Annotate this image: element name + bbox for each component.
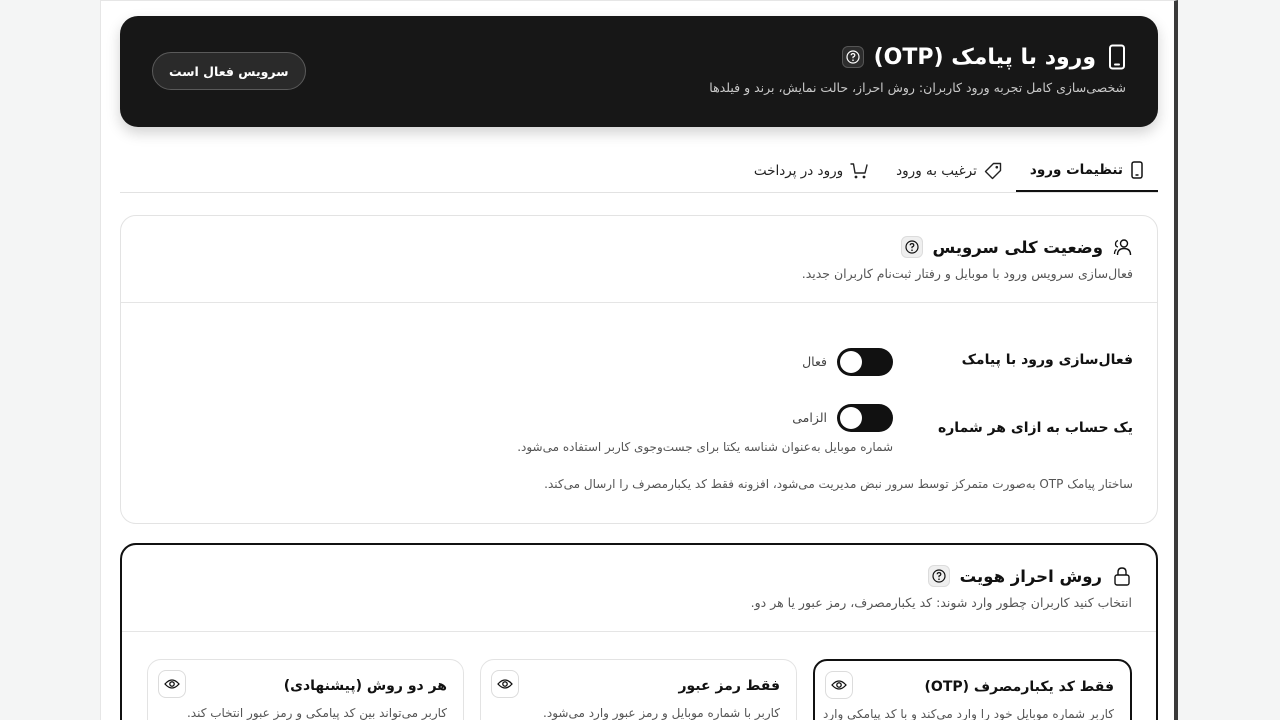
service-status-card: وضعیت کلی سرویس فعال‌سازی سرویس ورود با … <box>120 215 1158 524</box>
service-status-button[interactable]: سرویس فعال است <box>152 52 306 90</box>
lock-icon <box>1112 566 1132 586</box>
card-title-row: وضعیت کلی سرویس <box>900 236 1134 258</box>
sms-login-label: فعال‌سازی ورود با پیامک <box>961 352 1133 368</box>
help-icon[interactable] <box>900 236 923 258</box>
card-title: روش احراز هویت <box>959 566 1102 586</box>
card-description: فعال‌سازی سرویس ورود با موبایل و رفتار ث… <box>801 266 1133 281</box>
help-icon[interactable] <box>927 565 950 587</box>
auth-option-password-only[interactable]: فقط رمز عبور کاربر با شماره موبایل و رمز… <box>480 659 797 720</box>
tab-bar: تنظیمات ورود ترغیب به ورود ورود در پرداخ… <box>120 149 1158 193</box>
toggle-knob <box>840 407 862 429</box>
phone-icon <box>1130 160 1144 179</box>
otp-footer-note: ساختار پیامک OTP به‌صورت متمرکز توسط سرو… <box>544 477 1133 491</box>
auth-option-both[interactable]: هر دو روش (پیشنهادی) کاربر می‌تواند بین … <box>147 659 464 720</box>
card-title: وضعیت کلی سرویس <box>932 237 1104 257</box>
toggle-knob <box>840 351 862 373</box>
main-panel: ورود با پیامک (OTP) شخصی‌سازی کامل تجربه… <box>100 0 1178 720</box>
tab-login-settings[interactable]: تنظیمات ورود <box>1015 149 1158 192</box>
card-description: انتخاب کنید کاربران چطور وارد شوند: کد ی… <box>750 595 1132 610</box>
option-title: فقط کد یکبارمصرف (OTP) <box>924 679 1114 695</box>
option-title: فقط رمز عبور <box>678 678 780 694</box>
title-row: ورود با پیامک (OTP) <box>841 44 1128 70</box>
header-banner: ورود با پیامک (OTP) شخصی‌سازی کامل تجربه… <box>120 16 1158 127</box>
card-header: وضعیت کلی سرویس فعال‌سازی سرویس ورود با … <box>121 216 1157 303</box>
tab-label: ترغیب به ورود <box>896 162 977 179</box>
auth-option-otp-only[interactable]: فقط کد یکبارمصرف (OTP) کاربر شماره موبای… <box>813 659 1132 720</box>
page-title: ورود با پیامک (OTP) <box>873 44 1096 70</box>
option-description: کاربر شماره موبایل خود را وارد می‌کند و … <box>822 707 1114 720</box>
tab-label: ورود در پرداخت <box>753 162 844 179</box>
card-header: روش احراز هویت انتخاب کنید کاربران چطور … <box>122 545 1156 632</box>
one-account-hint: شماره موبایل به‌عنوان شناسه یکتا برای جس… <box>517 440 893 454</box>
help-icon[interactable] <box>841 46 864 68</box>
one-account-label: یک حساب به ازای هر شماره <box>937 420 1133 436</box>
option-description: کاربر می‌تواند بین کد پیامکی و رمز عبور … <box>186 706 447 720</box>
auth-method-card: روش احراز هویت انتخاب کنید کاربران چطور … <box>120 543 1158 720</box>
phone-icon <box>1106 44 1128 70</box>
tab-login-prompt[interactable]: ترغیب به ورود <box>882 149 1016 192</box>
users-icon <box>1113 237 1133 257</box>
cart-icon <box>850 162 868 180</box>
option-title: هر دو روش (پیشنهادی) <box>283 678 447 694</box>
eye-icon[interactable] <box>158 670 186 698</box>
tab-checkout-login[interactable]: ورود در پرداخت <box>740 149 882 192</box>
auth-options: فقط کد یکبارمصرف (OTP) کاربر شماره موبای… <box>147 659 1132 720</box>
eye-icon[interactable] <box>825 671 853 699</box>
one-account-toggle-text: الزامی <box>792 410 827 425</box>
tag-icon <box>984 162 1002 180</box>
eye-icon[interactable] <box>491 670 519 698</box>
sms-login-toggle-text: فعال <box>802 354 827 369</box>
option-description: کاربر با شماره موبایل و رمز عبور وارد می… <box>543 706 780 720</box>
sms-login-toggle[interactable] <box>837 348 893 376</box>
tab-label: تنظیمات ورود <box>1029 161 1123 178</box>
one-account-toggle[interactable] <box>837 404 893 432</box>
card-title-row: روش احراز هویت <box>927 565 1132 587</box>
page-subtitle: شخصی‌سازی کامل تجربه ورود کاربران: روش ا… <box>709 80 1126 95</box>
